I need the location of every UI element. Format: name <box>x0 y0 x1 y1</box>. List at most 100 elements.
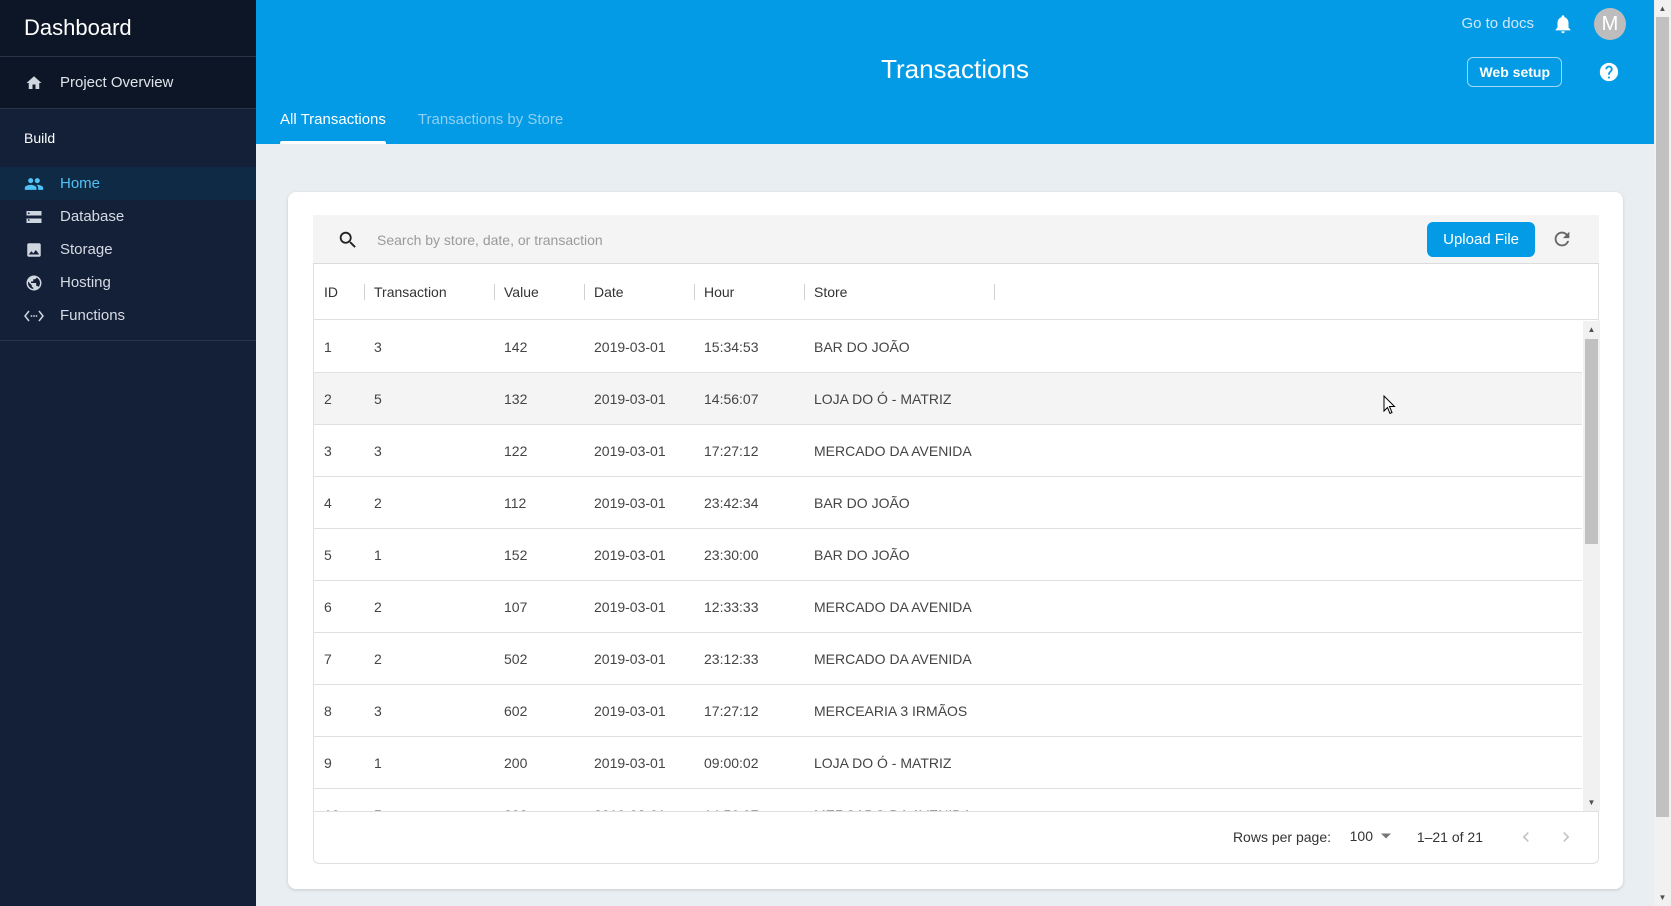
cell-hour: 12:33:33 <box>704 599 759 615</box>
cell-value: 107 <box>504 599 528 615</box>
sidebar-item-hosting[interactable]: Hosting <box>0 266 256 299</box>
image-icon <box>24 240 44 260</box>
cell-hour: 17:27:12 <box>704 703 759 719</box>
search-input[interactable] <box>377 223 1277 257</box>
cell-date: 2019-03-01 <box>594 339 666 355</box>
column-separator[interactable] <box>694 284 695 300</box>
cell-id: 1 <box>324 339 332 355</box>
table-pagination: Rows per page: 100 1–21 of 21 <box>314 811 1598 863</box>
cell-hour: 23:12:33 <box>704 651 759 667</box>
column-separator[interactable] <box>804 284 805 300</box>
cell-id: 3 <box>324 443 332 459</box>
table-row[interactable]: 1 3 142 2019-03-01 15:34:53 BAR DO JOÃO <box>314 321 1582 373</box>
upload-file-button[interactable]: Upload File <box>1427 222 1535 257</box>
cell-store: MERCEARIA 3 IRMÃOS <box>814 703 968 719</box>
notifications-bell-icon[interactable] <box>1552 13 1574 35</box>
go-to-docs-link[interactable]: Go to docs <box>1461 15 1534 32</box>
sidebar-item-label: Project Overview <box>60 74 174 91</box>
column-separator[interactable] <box>584 284 585 300</box>
page-scrollbar[interactable]: ▲ ▼ <box>1654 0 1671 906</box>
cell-date: 2019-03-01 <box>594 755 666 771</box>
sidebar: Dashboard Project Overview Build Home Da… <box>0 0 256 906</box>
page-title: Transactions <box>881 54 1029 84</box>
cell-store: MERCADO DA AVENIDA <box>814 443 972 459</box>
app-header: Go to docs M Transactions Web setup All … <box>256 0 1654 144</box>
cell-transaction: 2 <box>374 495 382 511</box>
column-header-id[interactable]: ID <box>324 284 338 300</box>
table-row[interactable]: 10 5 302 2019-03-01 14:56:07 MERCADO DA AVENI… <box>314 789 1582 811</box>
cell-value: 200 <box>504 755 528 771</box>
column-separator[interactable] <box>364 284 365 300</box>
sidebar-item-storage[interactable]: Storage <box>0 233 256 266</box>
previous-page-chevron-left-icon[interactable] <box>1516 827 1536 847</box>
table-row[interactable]: 8 3 602 2019-03-01 17:27:12 MERCEARIA 3 IRMÃO… <box>314 685 1582 737</box>
column-header-store[interactable]: Store <box>814 284 847 300</box>
home-icon <box>24 73 44 93</box>
cell-store: BAR DO JOÃO <box>814 339 910 355</box>
scroll-up-arrow-icon[interactable]: ▲ <box>1654 0 1671 17</box>
user-avatar[interactable]: M <box>1594 8 1626 40</box>
cell-date: 2019-03-01 <box>594 651 666 667</box>
scroll-down-arrow-icon[interactable]: ▼ <box>1654 889 1671 906</box>
column-header-date[interactable]: Date <box>594 284 624 300</box>
column-header-transaction[interactable]: Transaction <box>374 284 447 300</box>
cell-transaction: 1 <box>374 755 382 771</box>
tab-all-transactions[interactable]: All Transactions <box>280 111 386 144</box>
scroll-down-arrow-icon[interactable]: ▼ <box>1583 794 1600 811</box>
cell-value: 302 <box>504 789 527 811</box>
cell-value: 132 <box>504 391 528 407</box>
cell-transaction: 5 <box>374 391 382 407</box>
cell-transaction: 5 <box>374 789 382 811</box>
sidebar-divider <box>0 340 256 341</box>
sidebar-item-functions[interactable]: Functions <box>0 299 256 332</box>
cell-id: 7 <box>324 651 332 667</box>
page-scrollbar-thumb[interactable] <box>1656 17 1669 817</box>
search-icon <box>337 229 359 251</box>
column-separator[interactable] <box>494 284 495 300</box>
cell-hour: 23:42:34 <box>704 495 759 511</box>
help-icon[interactable] <box>1598 61 1620 83</box>
cell-date: 2019-03-01 <box>594 391 666 407</box>
database-icon <box>24 207 44 227</box>
sidebar-section-build: Build <box>24 130 56 146</box>
sidebar-item-label: Database <box>60 208 125 225</box>
refresh-icon[interactable] <box>1551 228 1575 252</box>
cell-date: 2019-03-01 <box>594 789 666 811</box>
pagination-range: 1–21 of 21 <box>1416 829 1483 845</box>
sidebar-item-home[interactable]: Home <box>0 167 256 200</box>
scroll-up-arrow-icon[interactable]: ▲ <box>1583 321 1600 338</box>
cell-store: MERCADO DA AVENIDA <box>814 651 972 667</box>
cell-date: 2019-03-01 <box>594 703 666 719</box>
cell-date: 2019-03-01 <box>594 599 666 615</box>
sidebar-item-project-overview[interactable]: Project Overview <box>0 57 256 109</box>
table-scrollbar[interactable]: ▲ ▼ <box>1583 321 1600 811</box>
column-header-value[interactable]: Value <box>504 284 539 300</box>
people-icon <box>24 174 44 194</box>
sidebar-item-label: Hosting <box>60 274 111 291</box>
cell-id: 2 <box>324 391 332 407</box>
table-row[interactable]: 7 2 502 2019-03-01 23:12:33 MERCADO DA AVENID… <box>314 633 1582 685</box>
table-scrollbar-thumb[interactable] <box>1585 339 1598 544</box>
column-header-hour[interactable]: Hour <box>704 284 734 300</box>
cell-date: 2019-03-01 <box>594 495 666 511</box>
table-row[interactable]: 9 1 200 2019-03-01 09:00:02 LOJA DO Ó - MATRI… <box>314 737 1582 789</box>
web-setup-button[interactable]: Web setup <box>1467 57 1562 87</box>
cell-store: MERCADO DA AVENIDA <box>814 789 972 811</box>
column-separator[interactable] <box>994 284 995 300</box>
sidebar-item-label: Home <box>60 175 101 192</box>
cell-value: 142 <box>504 339 528 355</box>
tab-bar: All Transactions Transactions by Store <box>280 111 595 144</box>
sidebar-item-database[interactable]: Database <box>0 200 256 233</box>
cell-id: 8 <box>324 703 332 719</box>
dashboard-brand: Dashboard <box>0 0 256 57</box>
tab-transactions-by-store[interactable]: Transactions by Store <box>418 111 563 144</box>
table-row[interactable]: 5 1 152 2019-03-01 23:30:00 BAR DO JOÃO <box>314 529 1582 581</box>
cell-store: BAR DO JOÃO <box>814 495 910 511</box>
next-page-chevron-right-icon[interactable] <box>1556 827 1576 847</box>
rows-per-page-select[interactable]: 100 <box>1350 828 1391 844</box>
table-row[interactable]: 3 3 122 2019-03-01 17:27:12 MERCADO DA AVENID… <box>314 425 1582 477</box>
table-row[interactable]: 4 2 112 2019-03-01 23:42:34 BAR DO JOÃO <box>314 477 1582 529</box>
rows-per-page-label: Rows per page: <box>1232 829 1331 845</box>
table-row[interactable]: 6 2 107 2019-03-01 12:33:33 MERCADO DA AVENID… <box>314 581 1582 633</box>
globe-icon <box>24 273 44 293</box>
